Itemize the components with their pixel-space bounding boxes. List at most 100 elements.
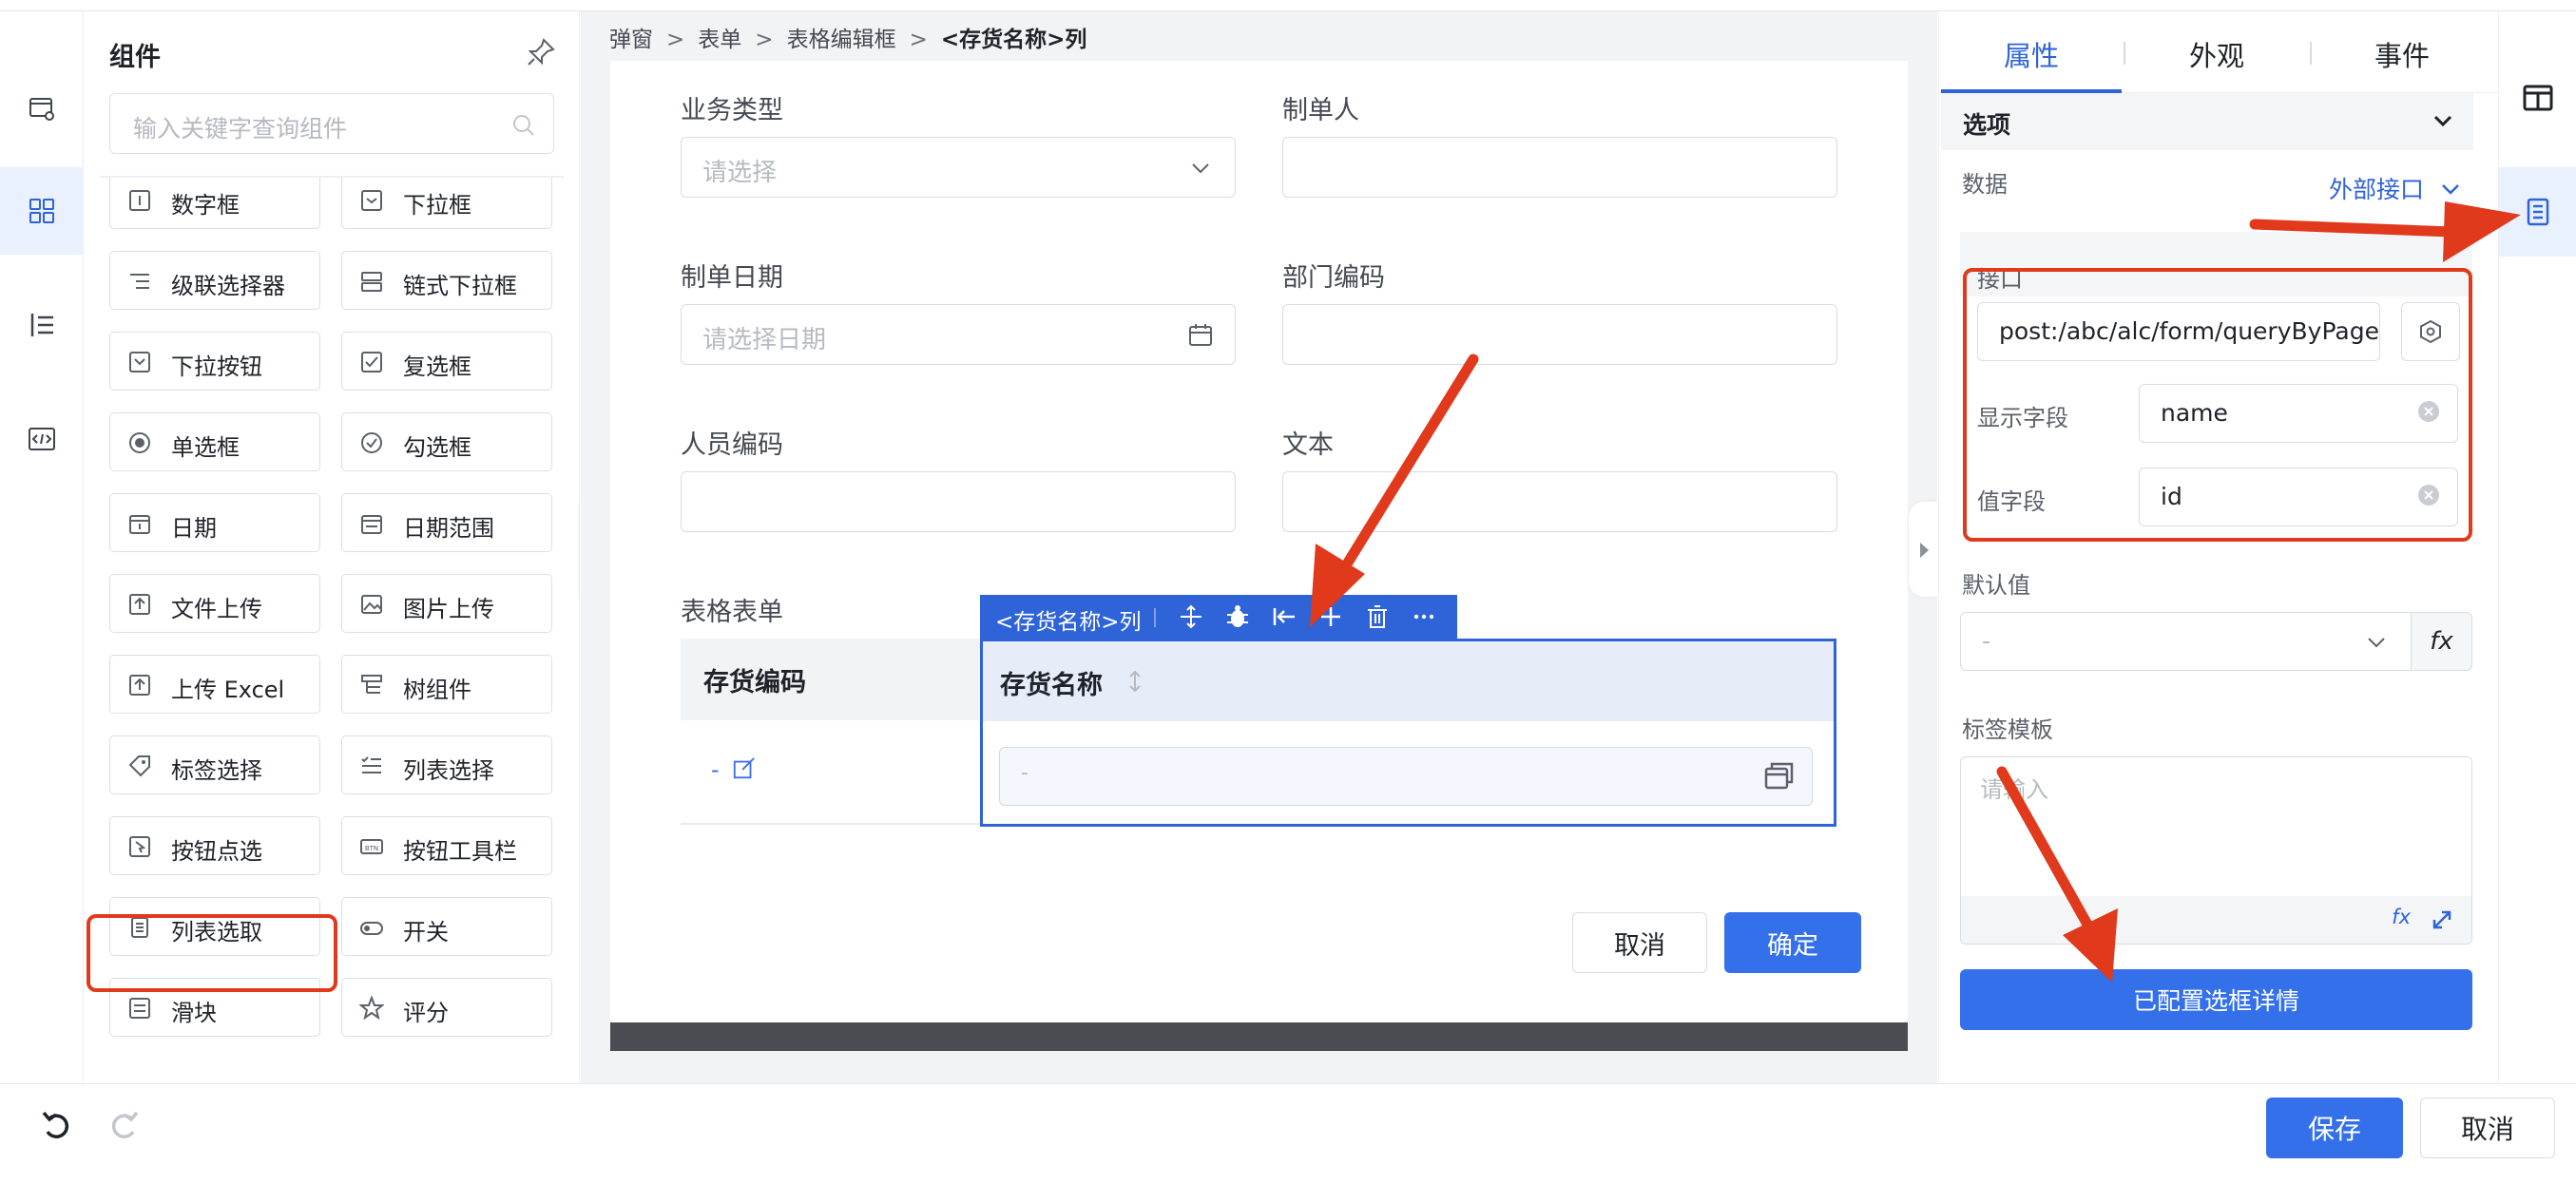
insert-icon[interactable]	[1317, 603, 1344, 630]
component-item[interactable]: 树组件	[341, 655, 552, 714]
rail-outline[interactable]	[0, 281, 84, 369]
component-panel-title: 组件	[109, 43, 161, 72]
component-item[interactable]: 数字框	[109, 178, 320, 229]
sort-icon[interactable]	[1125, 668, 1144, 695]
component-item[interactable]: 文件上传	[109, 574, 320, 633]
rail-properties[interactable]	[2499, 167, 2576, 257]
business-type-label: 业务类型	[681, 96, 783, 125]
breadcrumb-separator: >	[666, 28, 685, 52]
text-input[interactable]	[1282, 471, 1837, 532]
creator-input[interactable]	[1282, 137, 1837, 198]
creator-label: 制单人	[1282, 96, 1359, 125]
delete-icon[interactable]	[1364, 603, 1391, 630]
data-source-select[interactable]: 外部接口	[2329, 171, 2462, 205]
dept-code-input[interactable]	[1282, 304, 1837, 365]
business-type-select[interactable]: 请选择	[681, 137, 1236, 198]
component-item-label: 开关	[403, 919, 449, 945]
component-item[interactable]: 图片上传	[341, 574, 552, 633]
image-upload-icon	[361, 595, 382, 614]
tab-properties[interactable]: 属性	[2004, 34, 2059, 74]
component-item[interactable]: 上传 Excel	[109, 655, 320, 714]
component-item[interactable]: 复选框	[341, 332, 552, 391]
component-item[interactable]: 单选框	[109, 412, 320, 471]
breadcrumb-item[interactable]: 弹窗	[609, 21, 653, 53]
table-header-inventory-name: 存货名称	[983, 641, 1834, 721]
footer-save-button[interactable]: 保存	[2266, 1098, 2403, 1158]
component-item-label: 复选框	[403, 353, 471, 380]
component-item[interactable]: 列表选择	[341, 735, 552, 794]
switch-icon	[360, 922, 383, 935]
tab-separator	[2310, 42, 2312, 65]
list-pick-popup-icon[interactable]	[1762, 759, 1797, 793]
component-item[interactable]: 日期	[109, 493, 320, 552]
list-pick-cell-value: -	[1021, 761, 1028, 785]
component-item[interactable]: BTN 按钮工具栏	[341, 816, 552, 875]
pin-icon[interactable]	[525, 36, 557, 68]
configured-picker-detail-button[interactable]: 已配置选框详情	[1960, 969, 2472, 1030]
component-item-label: 级联选择器	[171, 273, 285, 299]
default-value-value: -	[1982, 627, 1991, 655]
component-item[interactable]: 开关	[341, 897, 552, 956]
component-item-label: 图片上传	[403, 596, 494, 622]
component-item[interactable]: 勾选框	[341, 412, 552, 471]
tab-events[interactable]: 事件	[2374, 34, 2430, 74]
breadcrumb-separator: >	[755, 28, 774, 52]
page-settings-icon	[29, 98, 54, 121]
redo-icon[interactable]	[105, 1107, 143, 1145]
selected-column-inventory-name[interactable]: 存货名称 -	[980, 639, 1836, 827]
component-item-label: 日期范围	[403, 515, 494, 542]
more-icon[interactable]	[1411, 603, 1437, 630]
component-item[interactable]: 日期范围	[341, 493, 552, 552]
rail-components[interactable]	[0, 167, 84, 255]
breadcrumb: 弹窗 > 表单 > 表格编辑框 > <存货名称>列	[609, 21, 1086, 53]
options-section-header[interactable]: 选项	[1941, 93, 2473, 150]
star-icon	[359, 996, 384, 1021]
component-item[interactable]: 链式下拉框	[341, 251, 552, 310]
button-toolbar-icon: BTN	[360, 839, 383, 854]
table-cell-inventory-code[interactable]: -	[711, 756, 757, 783]
default-value-select[interactable]: -	[1960, 612, 2412, 671]
highlight-api-config	[1963, 268, 2472, 542]
chevron-down-icon	[2368, 638, 2385, 648]
create-date-picker[interactable]: 请选择日期	[681, 304, 1236, 365]
component-item[interactable]: 下拉框	[341, 178, 552, 229]
collapse-right-handle[interactable]	[1909, 502, 1939, 597]
label-template-textarea[interactable]: 请输入 fx	[1960, 756, 2472, 945]
debug-bug-icon[interactable]	[1224, 603, 1251, 630]
form-dialog	[610, 61, 1908, 1022]
rail-layout[interactable]	[2499, 53, 2576, 143]
default-value-label: 默认值	[1962, 572, 2030, 599]
dialog-ok-button[interactable]: 确定	[1724, 912, 1861, 973]
table-header-inventory-code[interactable]: 存货编码	[681, 639, 983, 720]
component-item[interactable]: 评分	[341, 978, 552, 1037]
breadcrumb-item[interactable]: 表单	[698, 21, 741, 53]
component-search-placeholder: 输入关键字查询组件	[133, 115, 348, 143]
options-section-title: 选项	[1963, 111, 2011, 139]
breadcrumb-item[interactable]: 表格编辑框	[787, 21, 896, 53]
component-item[interactable]: 下拉按钮	[109, 332, 320, 391]
tab-appearance[interactable]: 外观	[2189, 34, 2244, 74]
component-search-input[interactable]: 输入关键字查询组件	[109, 93, 554, 154]
footer-cancel-button[interactable]: 取消	[2420, 1098, 2555, 1158]
person-code-input[interactable]	[681, 471, 1236, 532]
search-icon	[513, 115, 534, 136]
fx-icon[interactable]: fx	[2392, 906, 2411, 928]
expand-icon[interactable]	[2430, 907, 2454, 932]
table-cell-dash: -	[711, 756, 720, 783]
component-item[interactable]: 按钮点选	[109, 816, 320, 875]
align-left-icon[interactable]	[1271, 603, 1298, 630]
checkbox-icon	[361, 352, 382, 372]
list-pick-cell-input[interactable]: -	[999, 747, 1813, 806]
default-value-fx-button[interactable]: fx	[2411, 612, 2472, 671]
outline-tree-icon	[30, 314, 53, 336]
file-upload-icon	[129, 594, 150, 615]
move-icon[interactable]	[1178, 603, 1204, 630]
calendar-icon	[129, 515, 150, 534]
component-item[interactable]: 标签选择	[109, 735, 320, 794]
properties-tabs: 属性 外观 事件	[1939, 11, 2498, 93]
dialog-cancel-button[interactable]: 取消	[1572, 912, 1707, 973]
rail-page-settings[interactable]	[0, 65, 84, 152]
component-item[interactable]: 级联选择器	[109, 251, 320, 310]
undo-icon[interactable]	[38, 1107, 76, 1145]
rail-code[interactable]	[0, 395, 84, 483]
